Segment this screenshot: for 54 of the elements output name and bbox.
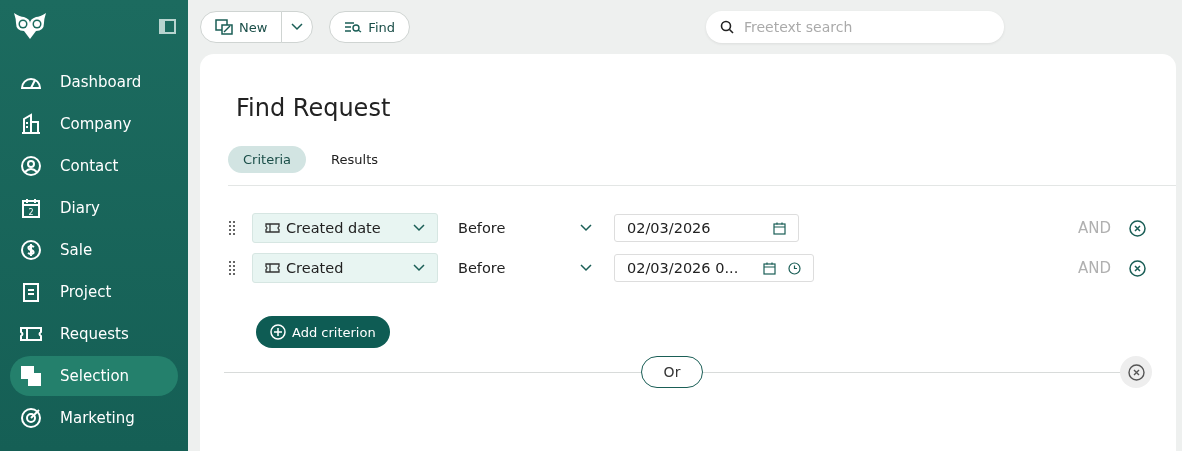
target-icon [20, 407, 42, 429]
plus-circle-icon [270, 324, 286, 340]
and-label: AND [1077, 219, 1111, 237]
field-dropdown[interactable]: Created date [252, 213, 438, 243]
building-icon [20, 113, 42, 135]
nav-item[interactable]: Dashboard [10, 62, 178, 102]
caret-icon [580, 224, 592, 232]
nav-item[interactable]: Sale [10, 230, 178, 270]
ticket-icon [265, 223, 280, 233]
calendar-icon: 2 [20, 197, 42, 219]
clipboard-icon [20, 281, 42, 303]
nav-item[interactable]: Project [10, 272, 178, 312]
new-button[interactable]: New [200, 11, 283, 43]
add-criterion-button[interactable]: Add criterion [256, 316, 390, 348]
date-field[interactable]: 02/03/2026 [614, 214, 799, 242]
sidebar-toggle-icon[interactable] [159, 18, 176, 34]
drag-handle-icon[interactable] [228, 261, 236, 275]
field-dropdown[interactable]: Created [252, 253, 438, 283]
nav-item[interactable]: Company [10, 104, 178, 144]
find-button[interactable]: Find [329, 11, 410, 43]
squares-icon [20, 365, 42, 387]
caret-icon [413, 224, 425, 232]
ticket-icon [265, 263, 280, 273]
page-title: Find Request [236, 94, 392, 122]
nav-item[interactable]: 2 Diary [10, 188, 178, 228]
tab[interactable]: Results [316, 146, 393, 173]
find-list-icon [344, 21, 363, 33]
close-icon [1127, 363, 1145, 381]
remove-icon[interactable] [1129, 219, 1146, 237]
or-button[interactable]: Or [641, 356, 703, 388]
calendar-icon[interactable] [773, 221, 786, 235]
date-field[interactable]: 02/03/2026 0... [614, 254, 814, 282]
nav-item[interactable]: Contact [10, 146, 178, 186]
nav-item[interactable]: Requests [10, 314, 178, 354]
nav-item[interactable]: Selection [10, 356, 178, 396]
calendar-icon[interactable] [763, 261, 776, 275]
owl-logo-icon [12, 11, 48, 41]
tab[interactable]: Criteria [228, 146, 307, 173]
search-field[interactable]: Freetext search [706, 11, 1004, 43]
person-circle-icon [20, 155, 42, 177]
clock-icon[interactable] [788, 261, 801, 275]
remove-group-button[interactable] [1120, 356, 1152, 388]
caret-icon [413, 264, 425, 272]
remove-icon[interactable] [1129, 259, 1146, 277]
new-record-icon [215, 19, 233, 35]
search-icon [720, 20, 734, 34]
drag-handle-icon[interactable] [228, 221, 236, 235]
nav-item[interactable]: Marketing [10, 398, 178, 438]
dollar-icon [20, 239, 42, 261]
operator-dropdown[interactable]: Before [458, 220, 592, 236]
operator-dropdown[interactable]: Before [458, 260, 592, 276]
and-label: AND [1077, 259, 1111, 277]
caret-icon [580, 264, 592, 272]
caret-icon [291, 23, 304, 31]
